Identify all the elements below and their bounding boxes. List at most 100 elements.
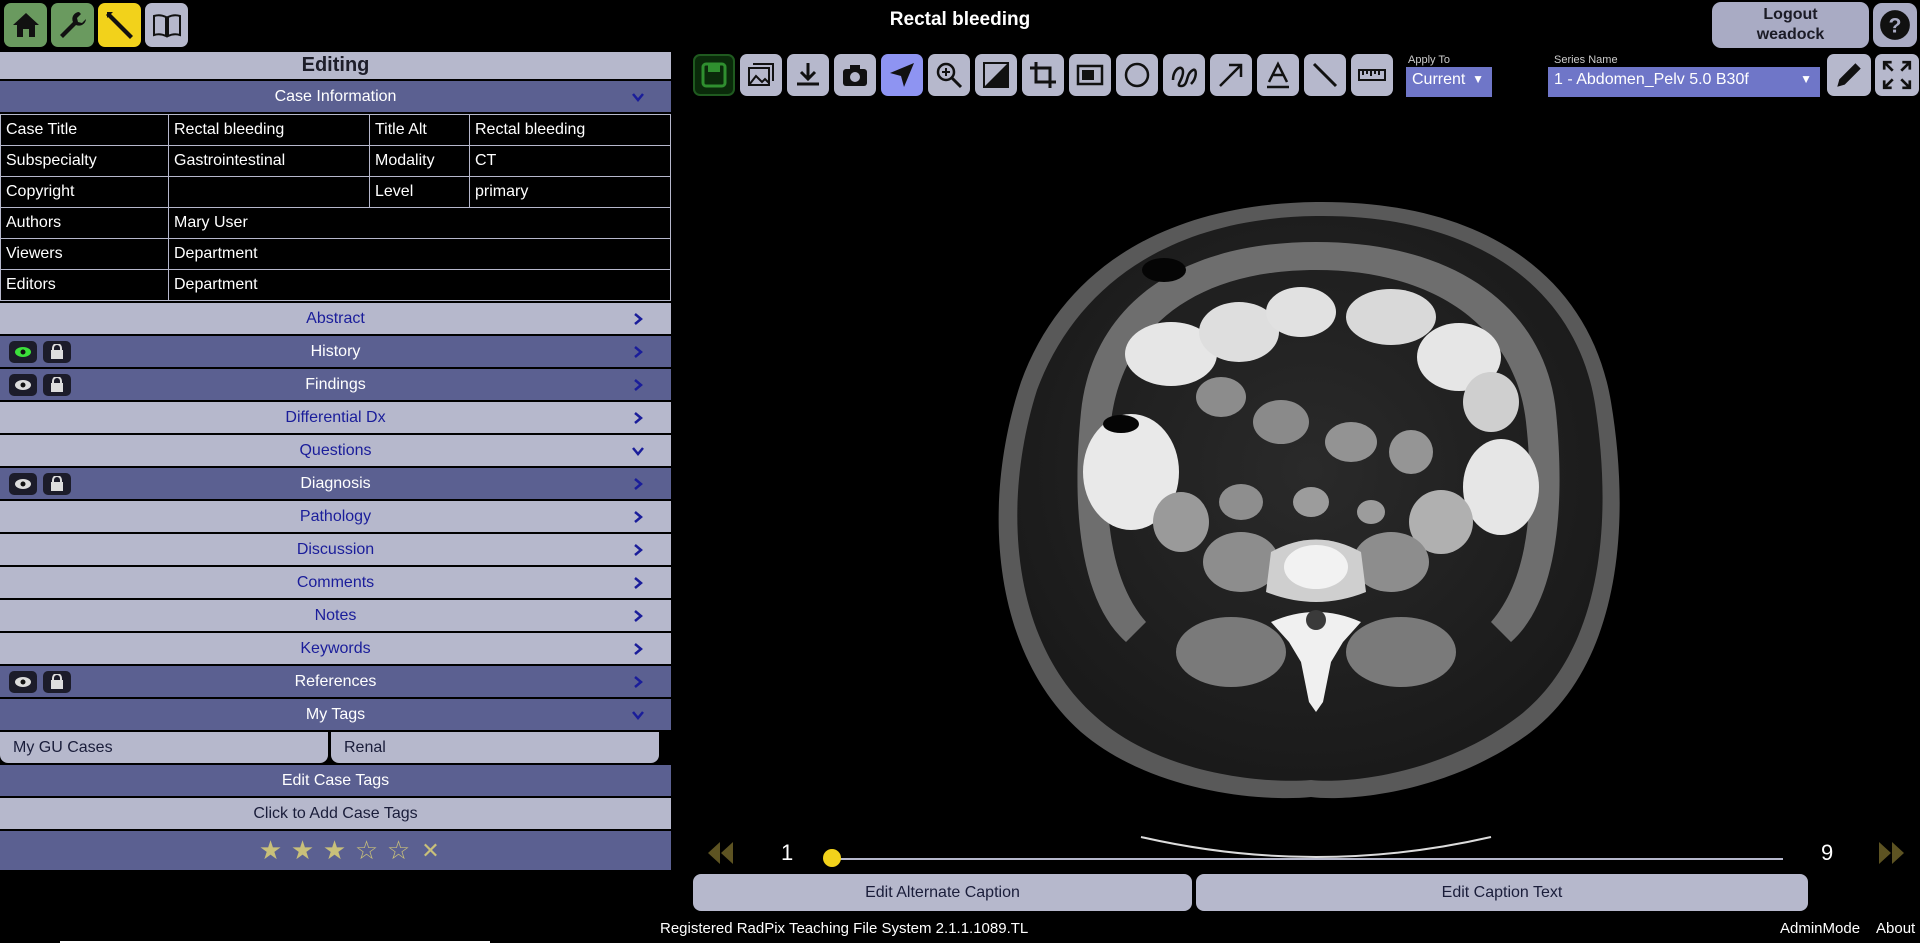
apply-to-select[interactable]: Current ▼ <box>1406 67 1492 97</box>
snapshot-button[interactable] <box>834 54 876 96</box>
zoom-icon <box>936 62 963 89</box>
visibility-eye-icon[interactable] <box>9 473 37 495</box>
section-pathology[interactable]: Pathology <box>0 501 671 532</box>
crop-button[interactable] <box>1022 54 1064 96</box>
svg-text:?: ? <box>1889 13 1902 37</box>
section-questions[interactable]: Questions <box>0 435 671 466</box>
section-references[interactable]: References <box>0 666 671 697</box>
star-icon-filled[interactable]: ★ <box>291 835 315 866</box>
camera-icon <box>843 65 867 86</box>
field-label: Copyright <box>0 176 169 208</box>
series-select[interactable]: 1 - Abdomen_Pelv 5.0 B30f ▼ <box>1548 67 1820 97</box>
ct-scan-image[interactable] <box>971 142 1661 902</box>
editors-value[interactable]: Department <box>168 269 671 301</box>
section-findings[interactable]: Findings <box>0 369 671 400</box>
section-keywords[interactable]: Keywords <box>0 633 671 664</box>
button-label: Edit Case Tags <box>281 772 390 789</box>
visibility-eye-icon[interactable] <box>9 671 37 693</box>
authors-value[interactable]: Mary User <box>168 207 671 239</box>
add-case-tags-button[interactable]: Click to Add Case Tags <box>0 798 671 829</box>
copyright-value[interactable] <box>168 176 370 208</box>
section-diagnosis[interactable]: Diagnosis <box>0 468 671 499</box>
save-button[interactable] <box>693 54 735 96</box>
line-tool-button[interactable] <box>1304 54 1346 96</box>
chevron-right-icon <box>631 501 645 532</box>
section-my-tags[interactable]: My Tags <box>0 699 671 730</box>
gallery-button[interactable] <box>740 54 782 96</box>
arrow-icon <box>1219 63 1243 87</box>
chevron-right-icon <box>631 567 645 598</box>
star-icon-filled[interactable]: ★ <box>259 835 283 866</box>
apply-to-value: Current <box>1412 71 1466 88</box>
fullscreen-button[interactable] <box>1875 54 1919 96</box>
slice-track[interactable] <box>833 858 1783 860</box>
section-history[interactable]: History <box>0 336 671 367</box>
field-label: Case Title <box>0 114 169 146</box>
system-version: Registered RadPix Teaching File System 2… <box>660 920 1029 937</box>
section-label: Discussion <box>296 541 375 558</box>
case-title-value[interactable]: Rectal bleeding <box>168 114 370 146</box>
section-label: Abstract <box>306 310 365 327</box>
about-link[interactable]: About <box>1876 920 1915 937</box>
last-slice-icon[interactable] <box>1877 838 1907 868</box>
logout-button[interactable]: Logout weadock <box>1712 2 1869 48</box>
section-case-information[interactable]: Case Information <box>0 81 671 112</box>
first-slice-icon[interactable] <box>705 838 735 868</box>
lock-icon[interactable] <box>43 473 71 495</box>
modality-value[interactable]: CT <box>469 145 671 177</box>
subspecialty-value[interactable]: Gastrointestinal <box>168 145 370 177</box>
level-value[interactable]: primary <box>469 176 671 208</box>
star-icon-empty[interactable]: ☆ <box>355 835 379 866</box>
gallery-icon <box>748 63 774 86</box>
download-button[interactable] <box>787 54 829 96</box>
edit-alternate-caption-button[interactable]: Edit Alternate Caption <box>693 874 1192 911</box>
star-icon-empty[interactable]: ☆ <box>387 835 411 866</box>
table-row: Case Title Rectal bleeding Title Alt Rec… <box>0 114 671 146</box>
section-differential-dx[interactable]: Differential Dx <box>0 402 671 433</box>
pointer-tool-button[interactable] <box>881 54 923 96</box>
edit-series-button[interactable] <box>1827 54 1871 96</box>
zoom-tool-button[interactable] <box>928 54 970 96</box>
tag-item[interactable]: My GU Cases <box>0 732 328 763</box>
admin-mode-link[interactable]: AdminMode <box>1780 920 1860 937</box>
table-row: Editors Department <box>0 269 671 301</box>
visibility-eye-icon[interactable] <box>9 374 37 396</box>
rectangle-tool-button[interactable] <box>1069 54 1111 96</box>
visibility-eye-icon[interactable] <box>9 341 37 363</box>
lock-icon[interactable] <box>43 671 71 693</box>
ruler-tool-button[interactable] <box>1351 54 1393 96</box>
viewers-value[interactable]: Department <box>168 238 671 270</box>
field-label: Level <box>369 176 470 208</box>
title-alt-value[interactable]: Rectal bleeding <box>469 114 671 146</box>
footer: Registered RadPix Teaching File System 2… <box>0 912 1920 943</box>
arrow-tool-button[interactable] <box>1210 54 1252 96</box>
chevron-down-icon <box>631 81 645 112</box>
freehand-tool-button[interactable] <box>1163 54 1205 96</box>
tags-list: My GU Cases Renal <box>0 732 671 763</box>
window-level-button[interactable] <box>975 54 1017 96</box>
star-icon-filled[interactable]: ★ <box>323 835 347 866</box>
section-abstract[interactable]: Abstract <box>0 303 671 334</box>
slice-thumb[interactable] <box>823 849 841 867</box>
lock-icon[interactable] <box>43 341 71 363</box>
chevron-right-icon <box>631 303 645 334</box>
page-title: Rectal bleeding <box>889 9 1031 30</box>
tag-item[interactable]: Renal <box>331 732 659 763</box>
app-root: Rectal bleeding Logout weadock ? Editing… <box>0 0 1920 943</box>
field-label: Title Alt <box>369 114 470 146</box>
clear-rating-icon[interactable]: ✕ <box>419 838 443 864</box>
caret-down-icon: ▼ <box>1472 72 1484 86</box>
line-icon <box>1312 62 1338 88</box>
section-notes[interactable]: Notes <box>0 600 671 631</box>
edit-case-tags-button[interactable]: Edit Case Tags <box>0 765 671 796</box>
crop-icon <box>1030 62 1056 88</box>
text-tool-button[interactable] <box>1257 54 1299 96</box>
circle-tool-button[interactable] <box>1116 54 1158 96</box>
lock-icon[interactable] <box>43 374 71 396</box>
section-comments[interactable]: Comments <box>0 567 671 598</box>
edit-caption-text-button[interactable]: Edit Caption Text <box>1196 874 1808 911</box>
text-icon <box>1267 61 1289 89</box>
section-label: Comments <box>296 574 375 591</box>
help-button[interactable]: ? <box>1873 3 1917 47</box>
section-discussion[interactable]: Discussion <box>0 534 671 565</box>
